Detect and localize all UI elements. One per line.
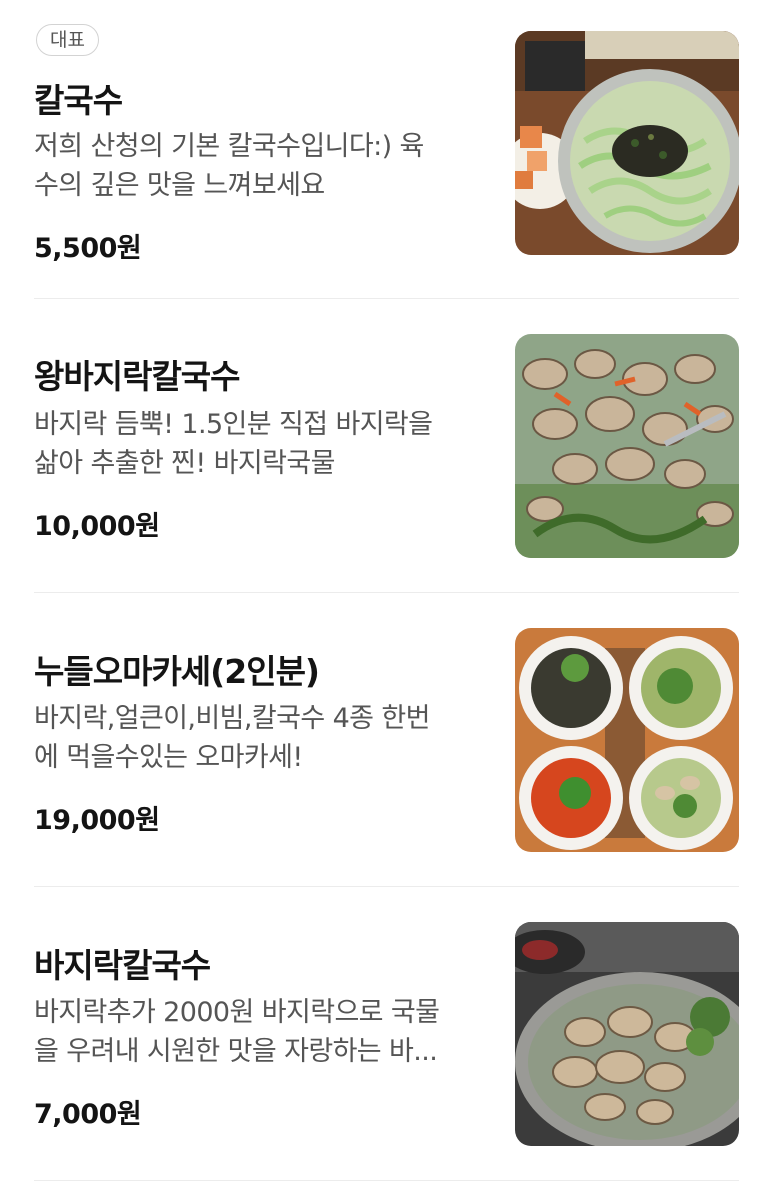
menu-item-description: 바지락,얼큰이,비빔,칼국수 4종 한번 에 먹을수있는 오마카세! (34, 703, 430, 773)
omakase-photo-illustration (515, 628, 739, 852)
menu-item-wang-bajirak-kalguksu[interactable]: 왕바지락칼국수 바지락 듬뿍! 1.5인분 직접 바지락을 삶아 추출한 찐! … (34, 334, 739, 558)
divider (34, 1180, 739, 1181)
menu-item-name: 왕바지락칼국수 (34, 357, 241, 396)
menu-item-photo[interactable] (515, 628, 739, 852)
menu-item-noodle-omakase[interactable]: 누들오마카세(2인분) 바지락,얼큰이,비빔,칼국수 4종 한번 에 먹을수있는… (34, 628, 739, 852)
menu-item-price: 19,000원 (34, 805, 160, 836)
menu-item-description: 바지락 듬뿍! 1.5인분 직접 바지락을 삶아 추출한 찐! 바지락국물 (34, 409, 433, 479)
menu-item-photo[interactable] (515, 334, 739, 558)
menu-item-kalguksu[interactable]: 대표 칼국수 저희 산청의 기본 칼국수입니다:) 육 수의 깊은 맛을 느껴보… (34, 24, 739, 264)
menu-item-price: 7,000원 (34, 1099, 142, 1130)
menu-item-photo[interactable] (515, 31, 739, 255)
menu-item-price: 10,000원 (34, 511, 160, 542)
menu-item-bajirak-kalguksu[interactable]: 바지락칼국수 바지락추가 2000원 바지락으로 국물 을 우려내 시원한 맛을… (34, 922, 739, 1146)
menu-item-name: 바지락칼국수 (34, 946, 211, 985)
menu-item-photo[interactable] (515, 922, 739, 1146)
divider (34, 886, 739, 887)
bajirak-kalguksu-photo-illustration (515, 922, 739, 1146)
menu-item-name: 누들오마카세(2인분) (34, 652, 320, 691)
menu-list: 대표 칼국수 저희 산청의 기본 칼국수입니다:) 육 수의 깊은 맛을 느껴보… (0, 0, 773, 1185)
clam-kalguksu-photo-illustration (515, 334, 739, 558)
divider (34, 298, 739, 299)
menu-item-description: 저희 산청의 기본 칼국수입니다:) 육 수의 깊은 맛을 느껴보세요 (34, 131, 424, 201)
menu-item-name: 칼국수 (34, 81, 123, 120)
menu-item-description: 바지락추가 2000원 바지락으로 국물 을 우려내 시원한 맛을 자랑하는 바… (34, 997, 440, 1067)
divider (34, 592, 739, 593)
menu-item-price: 5,500원 (34, 233, 142, 264)
signature-badge: 대표 (36, 24, 99, 56)
kalguksu-photo-illustration (515, 31, 739, 255)
